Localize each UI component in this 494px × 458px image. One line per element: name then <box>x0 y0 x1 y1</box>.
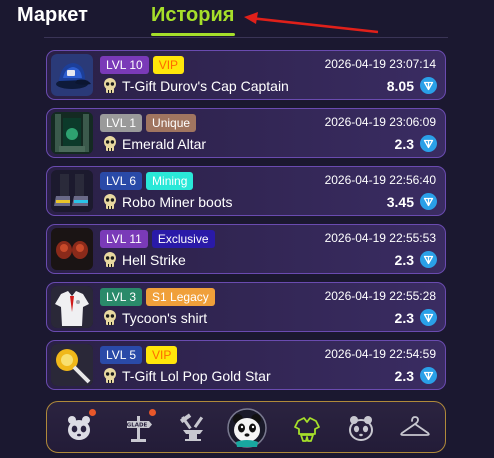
item-date: 2026-04-19 23:06:09 <box>324 115 436 129</box>
tag-badge: Mining <box>146 172 194 190</box>
nav-panda-outline[interactable] <box>339 406 383 450</box>
name-row: T-Gift Lol Pop Gold Star <box>103 368 271 384</box>
nav-panda-avatar[interactable] <box>225 406 269 450</box>
notification-dot <box>148 408 157 417</box>
tag-badge: S1 Legacy <box>146 288 215 306</box>
ton-icon <box>420 309 437 326</box>
bottom-nav: GLADE <box>46 401 446 453</box>
item-name: Hell Strike <box>122 252 186 268</box>
item-price: 2.3 <box>394 135 414 152</box>
skull-icon <box>104 368 116 383</box>
panda-avatar-icon <box>227 408 267 448</box>
item-price: 2.3 <box>394 367 414 384</box>
price-row: 3.45 <box>387 193 437 210</box>
tab-history[interactable]: История <box>151 4 234 27</box>
name-row: Hell Strike <box>103 252 186 268</box>
item-price: 8.05 <box>386 77 414 94</box>
badges: LVL 6 Mining <box>100 172 194 190</box>
sign-text: GLADE <box>127 423 148 429</box>
nav-panda-face[interactable] <box>57 406 101 450</box>
item-name: Tycoon's shirt <box>122 310 208 326</box>
lollipop-icon <box>51 344 93 386</box>
badges: LVL 5 VIP <box>100 346 178 364</box>
history-item[interactable]: LVL 1 Unique 2026-04-19 23:06:09 Emerald… <box>46 108 446 158</box>
tag-badge: Unique <box>146 114 197 132</box>
badges: LVL 10 VIP <box>100 56 185 74</box>
annotation-arrow-icon <box>244 12 379 34</box>
price-row: 2.3 <box>395 251 437 268</box>
price-row: 2.3 <box>395 309 437 326</box>
ton-icon <box>420 193 437 210</box>
outfit-icon <box>292 413 322 443</box>
item-price: 2.3 <box>394 309 414 326</box>
nav-outfit[interactable] <box>285 406 329 450</box>
item-date: 2026-04-19 22:56:40 <box>324 173 436 187</box>
skull-icon <box>104 136 116 151</box>
name-row: Tycoon's shirt <box>103 310 207 326</box>
anvil-hammer-icon <box>177 412 209 444</box>
ton-icon <box>420 367 437 384</box>
ton-icon <box>420 251 437 268</box>
item-date: 2026-04-19 22:55:28 <box>324 289 436 303</box>
history-item[interactable]: LVL 11 Exclusive 2026-04-19 22:55:53 Hel… <box>46 224 446 274</box>
skull-icon <box>104 194 116 209</box>
level-badge: LVL 6 <box>100 172 143 190</box>
level-badge: LVL 11 <box>100 230 148 248</box>
badges: LVL 1 Unique <box>100 114 197 132</box>
badges: LVL 3 S1 Legacy <box>100 288 215 306</box>
cap-icon <box>51 54 93 96</box>
item-date: 2026-04-19 22:54:59 <box>324 347 436 361</box>
level-badge: LVL 5 <box>100 346 143 364</box>
altar-icon <box>51 112 93 154</box>
nav-signpost[interactable]: GLADE <box>117 406 161 450</box>
price-row: 2.3 <box>395 135 437 152</box>
tag-badge: Exclusive <box>151 230 215 248</box>
price-row: 2.3 <box>395 367 437 384</box>
ton-icon <box>420 135 437 152</box>
history-item[interactable]: LVL 5 VIP 2026-04-19 22:54:59 T-Gift Lol… <box>46 340 446 390</box>
header-divider <box>44 37 448 38</box>
nav-hanger[interactable] <box>393 406 437 450</box>
name-row: Robo Miner boots <box>103 194 233 210</box>
notification-dot <box>88 408 97 417</box>
panda-face-icon <box>64 413 94 443</box>
tag-badge: VIP <box>152 56 185 74</box>
tag-badge: VIP <box>146 346 178 364</box>
gloves-icon <box>51 228 93 270</box>
top-tabs: Маркет История <box>0 0 494 40</box>
item-price: 3.45 <box>386 193 414 210</box>
level-badge: LVL 3 <box>100 288 143 306</box>
item-name: Robo Miner boots <box>122 194 233 210</box>
name-row: Emerald Altar <box>103 136 206 152</box>
ton-icon <box>420 77 437 94</box>
history-list: LVL 10 VIP 2026-04-19 23:07:14 T-Gift Du… <box>46 50 446 398</box>
panda-outline-icon <box>346 413 376 443</box>
item-date: 2026-04-19 23:07:14 <box>324 57 436 71</box>
skull-icon <box>104 252 116 267</box>
hanger-icon <box>399 413 431 443</box>
history-item[interactable]: LVL 6 Mining 2026-04-19 22:56:40 Robo Mi… <box>46 166 446 216</box>
history-item[interactable]: LVL 3 S1 Legacy 2026-04-19 22:55:28 Tyco… <box>46 282 446 332</box>
item-name: T-Gift Durov's Cap Captain <box>122 78 289 94</box>
nav-anvil-hammer[interactable] <box>171 406 215 450</box>
item-date: 2026-04-19 22:55:53 <box>324 231 436 245</box>
level-badge: LVL 10 <box>100 56 149 74</box>
item-name: T-Gift Lol Pop Gold Star <box>122 368 271 384</box>
item-name: Emerald Altar <box>122 136 207 152</box>
badges: LVL 11 Exclusive <box>100 230 215 248</box>
skull-icon <box>104 310 116 325</box>
boots-icon <box>51 170 93 212</box>
shirt-icon <box>51 286 93 328</box>
skull-icon <box>104 78 116 93</box>
price-row: 8.05 <box>387 77 437 94</box>
history-item[interactable]: LVL 10 VIP 2026-04-19 23:07:14 T-Gift Du… <box>46 50 446 100</box>
item-price: 2.3 <box>394 251 414 268</box>
tab-market[interactable]: Маркет <box>17 4 88 27</box>
level-badge: LVL 1 <box>100 114 143 132</box>
name-row: T-Gift Durov's Cap Captain <box>103 78 289 94</box>
active-tab-underline <box>151 33 235 36</box>
